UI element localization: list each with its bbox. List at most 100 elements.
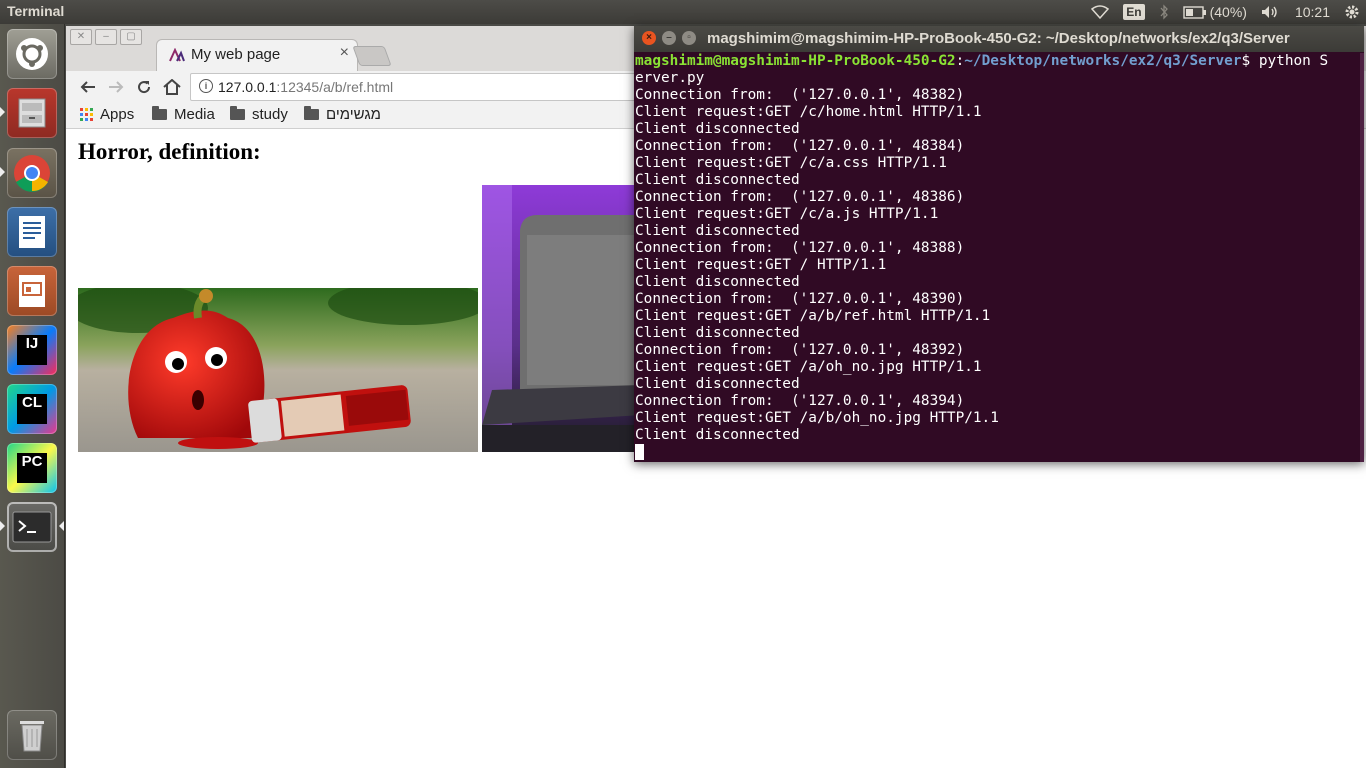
arrow-left-icon (80, 81, 95, 93)
terminal-line: Client request:GET /a/b/oh_no.jpg HTTP/1… (635, 410, 999, 426)
launcher-intellij[interactable]: IJ (7, 325, 57, 375)
terminal-scrollbar[interactable] (1360, 53, 1364, 462)
window-minimize-button[interactable]: – (95, 29, 117, 45)
launcher-pycharm[interactable]: PC (7, 443, 57, 493)
tab-close-icon[interactable]: × (340, 44, 349, 62)
running-indicator (0, 167, 5, 177)
pycharm-icon: PC (17, 453, 47, 483)
tab-title: My web page (191, 46, 281, 63)
terminal-line: Connection from: ('127.0.0.1', 48392) (635, 342, 965, 358)
terminal-title-bar[interactable]: × – ▫ magshimim@magshimim-HP-ProBook-450… (634, 26, 1364, 52)
terminal-minimize-button[interactable]: – (662, 31, 676, 45)
launcher-libreoffice-writer[interactable] (7, 207, 57, 257)
pepper-image (78, 288, 478, 452)
terminal-line: Connection from: ('127.0.0.1', 48390) (635, 291, 965, 307)
launcher-chrome[interactable] (7, 148, 57, 198)
terminal-line: Client request:GET /c/home.html HTTP/1.1 (635, 104, 982, 120)
prompt-path: ~/Desktop/networks/ex2/q3/Server (964, 53, 1242, 69)
bookmark-folder-media[interactable]: Media (152, 106, 215, 123)
text-cursor (635, 444, 644, 460)
battery-icon (1182, 5, 1206, 19)
window-maximize-button[interactable]: ▢ (120, 29, 142, 45)
launcher-dash-button[interactable] (7, 29, 57, 79)
terminal-log: Connection from: ('127.0.0.1', 48382) Cli… (635, 87, 1359, 444)
terminal-window[interactable]: × – ▫ magshimim@magshimim-HP-ProBook-450… (634, 26, 1364, 462)
battery-percentage: (40%) (1209, 4, 1247, 20)
url-host: 127.0.0.1 (218, 79, 277, 95)
forward-button[interactable] (104, 75, 128, 99)
prompt-user: magshimim@magshimim-HP-ProBook-450-G2 (635, 53, 956, 69)
gear-icon[interactable] (1344, 4, 1360, 20)
launcher-files[interactable] (7, 88, 57, 138)
terminal-line: Connection from: ('127.0.0.1', 48382) (635, 87, 965, 103)
url-path: :12345/a/b/ref.html (276, 79, 394, 95)
battery-indicator[interactable]: (40%) (1182, 4, 1247, 20)
reload-icon (138, 81, 151, 94)
laptop-image (482, 185, 642, 452)
terminal-line: Client disconnected (635, 325, 800, 341)
back-button[interactable] (76, 75, 100, 99)
terminal-line: Client disconnected (635, 223, 800, 239)
terminal-line: Client request:GET /a/oh_no.jpg HTTP/1.1 (635, 359, 982, 375)
terminal-line: Connection from: ('127.0.0.1', 48388) (635, 240, 965, 256)
running-indicator (0, 521, 5, 531)
terminal-line: Client request:GET /c/a.css HTTP/1.1 (635, 155, 947, 171)
terminal-prompt-line: magshimim@magshimim-HP-ProBook-450-G2:~/… (635, 53, 1329, 69)
arrow-right-icon (109, 81, 124, 93)
clock[interactable]: 10:21 (1295, 4, 1330, 20)
focused-indicator (59, 521, 64, 531)
keyboard-language-indicator[interactable]: En (1123, 4, 1145, 20)
home-button[interactable] (160, 75, 184, 99)
file-cabinet-icon (18, 98, 46, 128)
terminal-close-button[interactable]: × (642, 31, 656, 45)
terminal-line: Client disconnected (635, 427, 800, 443)
terminal-output[interactable]: magshimim@magshimim-HP-ProBook-450-G2:~/… (635, 53, 1359, 460)
writer-document-icon (19, 216, 45, 248)
terminal-maximize-button[interactable]: ▫ (682, 31, 696, 45)
terminal-line: Client disconnected (635, 121, 800, 137)
volume-icon[interactable] (1261, 5, 1281, 19)
home-icon (163, 79, 181, 95)
terminal-line: Connection from: ('127.0.0.1', 48386) (635, 189, 965, 205)
bookmark-label: study (252, 106, 288, 123)
bookmark-apps[interactable]: Apps (80, 106, 134, 123)
bookmark-folder-study[interactable]: study (230, 106, 288, 123)
unity-launcher: IJ CL PC (0, 24, 65, 768)
launcher-libreoffice-impress[interactable] (7, 266, 57, 316)
bluetooth-icon[interactable] (1159, 4, 1169, 20)
reload-button[interactable] (132, 75, 156, 99)
launcher-clion[interactable]: CL (7, 384, 57, 434)
page-heading: Horror, definition: (78, 139, 261, 164)
favicon-icon (169, 47, 185, 67)
bookmark-label: Media (174, 106, 215, 123)
trash-icon (20, 721, 44, 752)
ubuntu-logo-icon (16, 38, 48, 70)
info-icon[interactable]: i (199, 79, 213, 93)
url-text: 127.0.0.1:12345/a/b/ref.html (218, 79, 393, 95)
terminal-line: Client request:GET / HTTP/1.1 (635, 257, 887, 273)
terminal-icon (12, 511, 52, 543)
terminal-line: Connection from: ('127.0.0.1', 48394) (635, 393, 965, 409)
window-close-button[interactable]: ✕ (70, 29, 92, 45)
chrome-icon (14, 155, 50, 192)
terminal-command-wrap: erver.py (635, 70, 705, 86)
apps-grid-icon (80, 108, 93, 121)
terminal-line: Client disconnected (635, 172, 800, 188)
launcher-trash[interactable] (7, 710, 57, 760)
bookmark-label: מגשימים (326, 106, 381, 123)
folder-icon (230, 106, 245, 120)
launcher-terminal[interactable] (7, 502, 57, 552)
active-app-title: Terminal (7, 3, 65, 19)
terminal-line: Connection from: ('127.0.0.1', 48384) (635, 138, 965, 154)
system-tray: En (40%) 10:21 (1091, 0, 1366, 24)
bookmark-folder-magshimim[interactable]: מגשימים (304, 106, 381, 123)
tab-my-web-page[interactable]: My web page × (156, 39, 358, 72)
running-indicator (0, 107, 5, 117)
wifi-icon[interactable] (1091, 5, 1110, 19)
terminal-line: Client request:GET /c/a.js HTTP/1.1 (635, 206, 939, 222)
terminal-line: Client disconnected (635, 274, 800, 290)
terminal-title: magshimim@magshimim-HP-ProBook-450-G2: ~… (707, 30, 1290, 47)
terminal-line: Client disconnected (635, 376, 800, 392)
terminal-cursor-line (635, 444, 1359, 460)
new-tab-button[interactable] (352, 46, 392, 66)
